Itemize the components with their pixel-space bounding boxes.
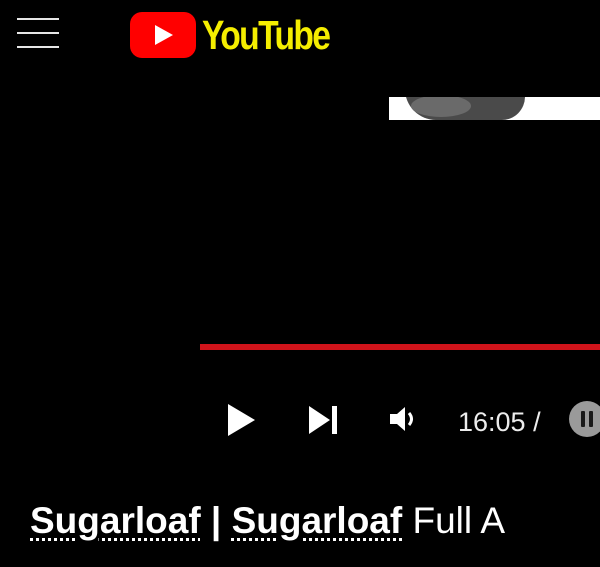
video-title: Sugarloaf | Sugarloaf Full A [30,496,505,546]
menu-button[interactable] [17,18,59,48]
logo-text: YouTube [202,12,331,58]
title-link-2[interactable]: Sugarloaf [232,500,403,541]
skip-next-icon [309,406,337,434]
autoplay-toggle[interactable] [569,401,600,437]
volume-icon [390,407,413,431]
title-link-1[interactable]: Sugarloaf [30,500,201,541]
youtube-logo[interactable]: YouTube [130,11,357,59]
video-frame-image [389,97,600,120]
next-button[interactable] [306,404,340,436]
play-button[interactable] [224,402,258,438]
play-triangle-icon [155,25,173,45]
pause-toggle-icon [581,411,585,427]
volume-button[interactable] [388,404,420,434]
time-display: 16:05 / [458,407,541,437]
title-text: Full A [412,500,506,541]
progress-bar[interactable] [200,344,600,350]
hamburger-menu-icon [17,18,59,20]
hamburger-line [17,46,59,48]
play-icon [228,404,255,436]
logo-badge [130,12,196,58]
title-separator: | [210,500,222,541]
hamburger-line [17,32,59,34]
pause-bar [589,411,593,427]
youtube-page: YouTube 16:05 / Sugarloaf | Sugarloaf Fu… [0,0,600,567]
